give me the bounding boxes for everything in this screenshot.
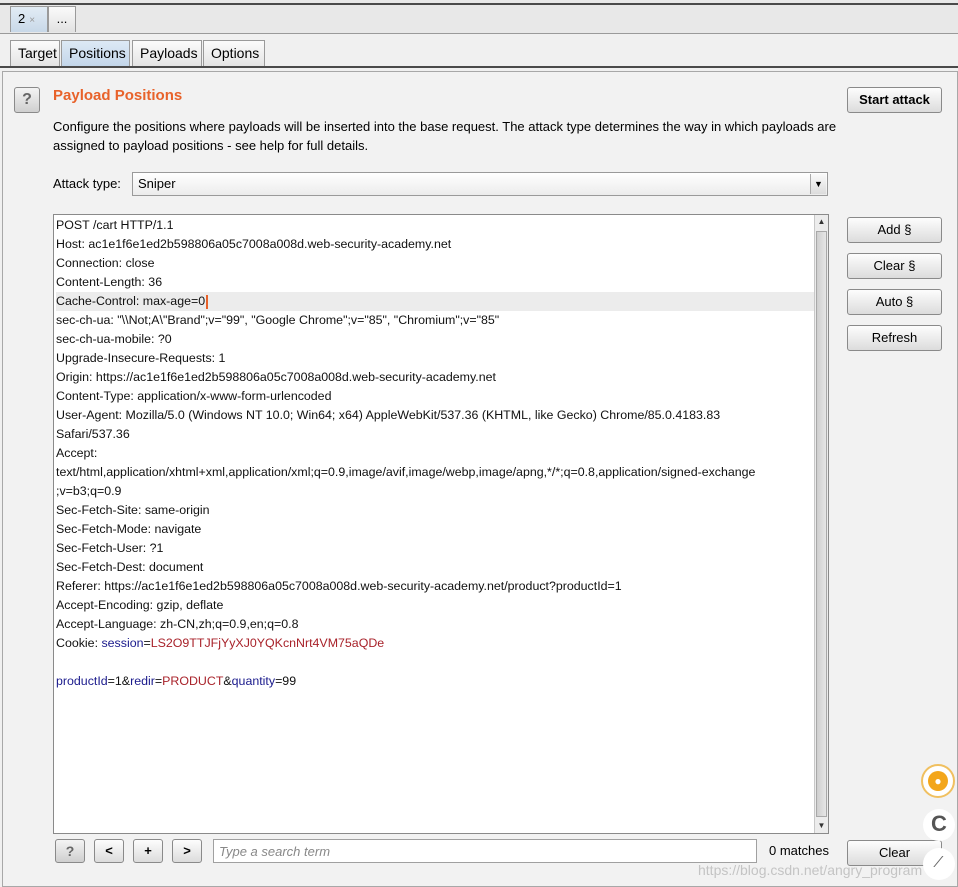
user-icon: ●	[928, 771, 948, 791]
editor-scrollbar[interactable]: ▲ ▼	[814, 215, 828, 833]
positions-panel: ? Payload Positions Configure the positi…	[2, 71, 958, 887]
help-icon[interactable]: ?	[14, 87, 40, 113]
chevron-down-icon[interactable]: ▼	[810, 174, 826, 194]
request-line: Cookie: session=LS2O9TTJFjYyXJ0YQKcnNrt4…	[56, 634, 814, 653]
request-line: Safari/537.36	[56, 427, 130, 441]
user-floating-icon[interactable]: ●	[921, 764, 955, 798]
request-line: Content-Length: 36	[56, 275, 163, 289]
section-description: Configure the positions where payloads w…	[53, 119, 837, 153]
request-line: Accept:	[56, 446, 98, 460]
param-name: redir	[130, 674, 155, 688]
request-text: =99	[275, 674, 297, 688]
request-line: Accept-Language: zh-CN,zh;q=0.9,en;q=0.8	[56, 617, 299, 631]
tab-positions[interactable]: Positions	[61, 40, 130, 66]
request-line: Sec-Fetch-User: ?1	[56, 541, 164, 555]
close-icon[interactable]: ×	[29, 15, 35, 26]
request-line: sec-ch-ua-mobile: ?0	[56, 332, 172, 346]
request-line: POST /cart HTTP/1.1	[56, 218, 174, 232]
refresh-button[interactable]: Refresh	[847, 325, 942, 351]
next-match-button[interactable]: >	[172, 839, 202, 863]
tab-strip-divider	[0, 3, 958, 5]
param-name: session	[101, 636, 144, 650]
intruder-tab-more[interactable]: ...	[48, 6, 76, 32]
section-title: Payload Positions	[53, 87, 183, 104]
request-text: =	[143, 636, 151, 650]
request-lines: POST /cart HTTP/1.1 Host: ac1e1f6e1ed2b59…	[54, 215, 814, 691]
previous-match-button[interactable]: <	[94, 839, 124, 863]
request-line: Sec-Fetch-Mode: navigate	[56, 522, 202, 536]
param-value: PRODUCT	[162, 674, 224, 688]
request-line: text/html,application/xhtml+xml,applicat…	[56, 465, 756, 479]
request-line: Sec-Fetch-Site: same-origin	[56, 503, 210, 517]
auto-marker-button[interactable]: Auto §	[847, 289, 942, 315]
search-help-icon[interactable]: ?	[55, 839, 85, 863]
request-line: Upgrade-Insecure-Requests: 1	[56, 351, 226, 365]
clear-marker-button[interactable]: Clear §	[847, 253, 942, 279]
request-line: Host: ac1e1f6e1ed2b598806a05c7008a008d.w…	[56, 237, 452, 251]
request-editor[interactable]: POST /cart HTTP/1.1 Host: ac1e1f6e1ed2b59…	[53, 214, 829, 834]
request-line: Connection: close	[56, 256, 155, 270]
request-line: ;v=b3;q=0.9	[56, 484, 122, 498]
intruder-tab-label: 2	[18, 11, 26, 26]
add-marker-button[interactable]: Add §	[847, 217, 942, 243]
request-line: User-Agent: Mozilla/5.0 (Windows NT 10.0…	[56, 408, 721, 422]
request-text: =1&	[107, 674, 131, 688]
text-caret	[206, 294, 209, 309]
add-search-button[interactable]: +	[133, 839, 163, 863]
attack-type-select[interactable]: Sniper ▼	[132, 172, 828, 196]
start-attack-button[interactable]: Start attack	[847, 87, 942, 113]
intruder-tab-2[interactable]: 2 ×	[10, 6, 48, 32]
search-input[interactable]	[213, 839, 757, 863]
sub-tab-divider	[0, 66, 958, 68]
refresh-floating-icon[interactable]: C	[923, 809, 955, 841]
request-line: Sec-Fetch-Dest: document	[56, 560, 204, 574]
param-name: productId	[56, 674, 108, 688]
scrollbar-thumb[interactable]	[816, 231, 827, 817]
request-line: Accept-Encoding: gzip, deflate	[56, 598, 224, 612]
request-line: Cache-Control: max-age=0	[56, 292, 814, 311]
tab-options[interactable]: Options	[203, 40, 265, 66]
tab-target[interactable]: Target	[10, 40, 60, 66]
tool-floating-icon[interactable]: ⁄	[923, 848, 955, 880]
request-text: &	[223, 674, 232, 688]
sub-tab-bar: Target Positions Payloads Options	[0, 34, 958, 70]
request-text: Cookie:	[56, 636, 102, 650]
request-line: sec-ch-ua: "\\Not;A\"Brand";v="99", "Goo…	[56, 313, 500, 327]
tab-payloads[interactable]: Payloads	[132, 40, 202, 66]
scroll-up-icon[interactable]: ▲	[815, 215, 828, 229]
param-value: LS2O9TTJFjYyXJ0YQKcnNrt4VM75aQDe	[150, 636, 385, 650]
scroll-down-icon[interactable]: ▼	[815, 819, 828, 833]
attack-type-value: Sniper	[138, 176, 176, 191]
request-line: productId=1&redir=PRODUCT&quantity=99	[56, 672, 814, 691]
attack-type-label: Attack type:	[53, 176, 121, 191]
match-count: 0 matches	[769, 843, 829, 858]
intruder-tab-strip: 2 × ...	[0, 0, 958, 34]
request-line: Origin: https://ac1e1f6e1ed2b598806a05c7…	[56, 370, 496, 384]
request-line	[56, 653, 814, 672]
request-line: Content-Type: application/x-www-form-url…	[56, 389, 332, 403]
request-line: Referer: https://ac1e1f6e1ed2b598806a05c…	[56, 579, 622, 593]
param-name: quantity	[231, 674, 276, 688]
watermark: https://blog.csdn.net/angry_program	[698, 862, 923, 878]
